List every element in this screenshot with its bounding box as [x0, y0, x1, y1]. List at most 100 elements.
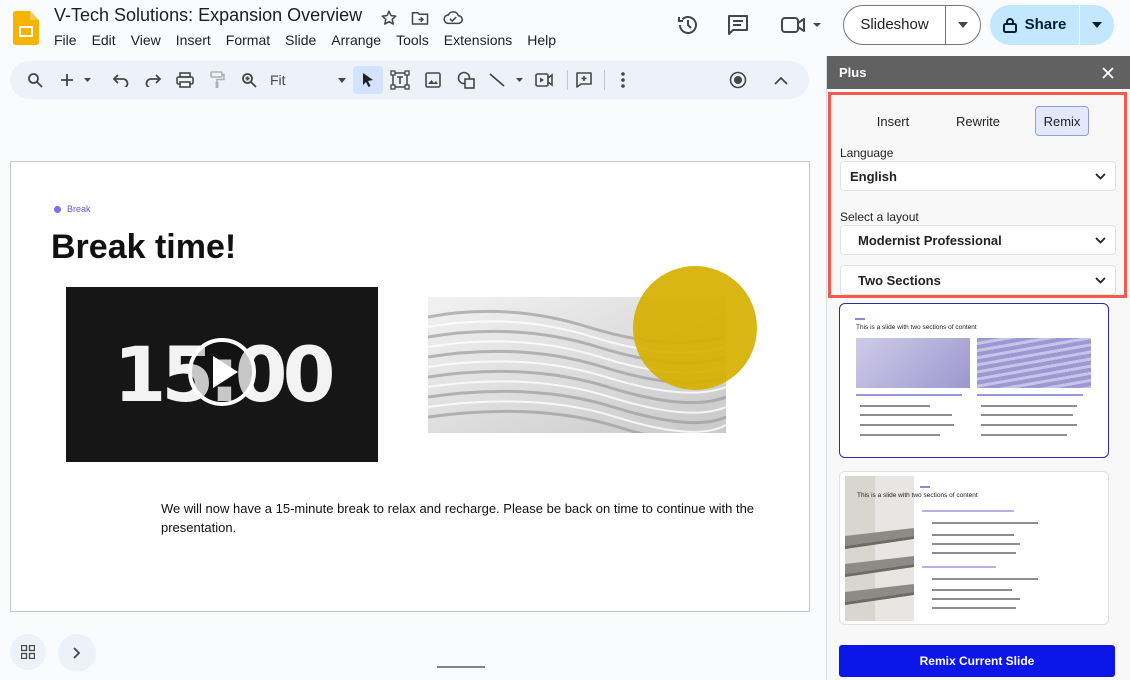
preview-text-line: [932, 522, 1038, 524]
print-icon[interactable]: [172, 67, 198, 93]
preview-text-line: [981, 424, 1077, 426]
collapse-toolbar-icon[interactable]: [768, 67, 794, 93]
tab-remix[interactable]: Remix: [1035, 106, 1089, 136]
tag-dot-icon: [54, 205, 61, 213]
share-label: Share: [1024, 16, 1067, 33]
preview-text-line: [932, 598, 1020, 600]
layout-preview-card[interactable]: This is a slide with two sections of con…: [839, 471, 1109, 625]
theme-value: Modernist Professional: [858, 232, 1002, 248]
language-value: English: [850, 168, 897, 184]
version-history-icon[interactable]: [674, 11, 702, 39]
layout-preview-card-selected[interactable]: This is a slide with two sections of con…: [839, 303, 1109, 458]
preview-text-line: [860, 434, 940, 436]
cloud-saved-icon[interactable]: [441, 8, 465, 28]
chevron-down-icon: [1095, 172, 1106, 180]
chevron-down-icon: [1095, 276, 1106, 284]
preview-title: This is a slide with two sections of con…: [857, 492, 978, 499]
record-icon[interactable]: [725, 67, 751, 93]
toolbar-divider: [567, 70, 568, 90]
zoom-icon[interactable]: [236, 67, 262, 93]
preview-text-line: [932, 534, 1014, 536]
yellow-circle-shape[interactable]: [633, 266, 757, 390]
tab-rewrite[interactable]: Rewrite: [944, 106, 1012, 136]
insert-image-icon[interactable]: [420, 67, 446, 93]
menu-arrange[interactable]: Arrange: [331, 32, 381, 48]
undo-icon[interactable]: [108, 67, 134, 93]
layout-label: Select a layout: [840, 210, 919, 224]
select-tool-icon[interactable]: [353, 66, 383, 94]
language-select[interactable]: English: [840, 161, 1116, 191]
slides-logo-icon[interactable]: [13, 11, 39, 45]
search-menus-icon[interactable]: [22, 67, 48, 93]
preview-tag-mark: [855, 318, 865, 320]
redo-icon[interactable]: [140, 67, 166, 93]
play-icon[interactable]: [187, 337, 257, 407]
preview-text-line: [932, 607, 1016, 609]
new-slide-icon[interactable]: [56, 67, 96, 93]
menu-help[interactable]: Help: [527, 32, 556, 48]
add-comment-icon[interactable]: [571, 67, 597, 93]
move-to-folder-icon[interactable]: [409, 8, 431, 28]
panel-title: Plus: [839, 65, 867, 80]
preview-text-line: [981, 414, 1073, 416]
meet-call-icon[interactable]: [778, 11, 824, 39]
close-icon[interactable]: [1099, 64, 1117, 82]
star-icon[interactable]: [378, 8, 400, 28]
preview-text-line: [860, 405, 930, 407]
slide-body-text[interactable]: We will now have a 15-minute break to re…: [161, 499, 761, 537]
chevron-down-icon: [1095, 236, 1106, 244]
tab-insert[interactable]: Insert: [863, 106, 923, 136]
menu-insert[interactable]: Insert: [176, 32, 211, 48]
grid-view-icon[interactable]: [10, 634, 46, 670]
zoom-select[interactable]: Fit: [268, 67, 348, 93]
preview-image-right: [977, 338, 1091, 388]
menu-extensions[interactable]: Extensions: [444, 32, 512, 48]
menu-slide[interactable]: Slide: [285, 32, 316, 48]
menu-bar: File Edit View Insert Format Slide Arran…: [54, 32, 571, 48]
preview-title: This is a slide with two sections of con…: [856, 324, 977, 331]
slideshow-label[interactable]: Slideshow: [844, 6, 946, 44]
line-tool-icon[interactable]: [486, 67, 526, 93]
zoom-value: Fit: [270, 72, 286, 88]
toolbar-divider: [604, 70, 605, 90]
preview-image-left: [856, 338, 970, 388]
preview-text-line: [977, 394, 1083, 396]
remix-current-slide-button[interactable]: Remix Current Slide: [839, 645, 1115, 677]
share-dropdown-icon[interactable]: [1080, 22, 1114, 28]
shape-icon[interactable]: [453, 67, 479, 93]
preview-text-line: [932, 589, 1012, 591]
layout-value: Two Sections: [858, 272, 941, 288]
menu-edit[interactable]: Edit: [92, 32, 116, 48]
lock-icon: [1002, 18, 1017, 33]
menu-tools[interactable]: Tools: [396, 32, 429, 48]
video-embed[interactable]: 15:00: [66, 287, 378, 462]
preview-text-line: [922, 510, 1014, 512]
slideshow-button[interactable]: Slideshow: [843, 5, 981, 45]
remix-options-section: Insert Rewrite Remix Language English Se…: [828, 92, 1127, 298]
share-button[interactable]: Share: [990, 5, 1114, 45]
menu-format[interactable]: Format: [226, 32, 270, 48]
slide-tag-label: Break: [67, 204, 91, 214]
theme-select[interactable]: Modernist Professional: [840, 225, 1116, 255]
slide-title[interactable]: Break time!: [51, 228, 236, 267]
menu-file[interactable]: File: [54, 32, 77, 48]
document-title[interactable]: V-Tech Solutions: Expansion Overview: [54, 5, 362, 26]
chevron-down-icon: [338, 77, 346, 83]
text-box-icon[interactable]: [387, 67, 413, 93]
insert-video-icon[interactable]: [531, 67, 557, 93]
preview-text-line: [932, 552, 1016, 554]
language-label: Language: [840, 146, 894, 160]
menu-view[interactable]: View: [131, 32, 161, 48]
paint-format-icon[interactable]: [204, 67, 230, 93]
slideshow-dropdown-icon[interactable]: [946, 22, 980, 28]
layout-select[interactable]: Two Sections: [840, 265, 1116, 295]
slide-canvas[interactable]: Break Break time! 15:00: [10, 161, 810, 612]
comments-icon[interactable]: [724, 11, 752, 39]
preview-text-line: [860, 414, 952, 416]
chevron-right-icon[interactable]: [58, 634, 96, 672]
more-options-icon[interactable]: [610, 67, 636, 93]
panel-header: Plus: [827, 56, 1130, 89]
preview-tag-mark: [920, 486, 930, 488]
filmstrip-resize-handle[interactable]: [437, 666, 485, 668]
preview-text-line: [856, 394, 962, 396]
